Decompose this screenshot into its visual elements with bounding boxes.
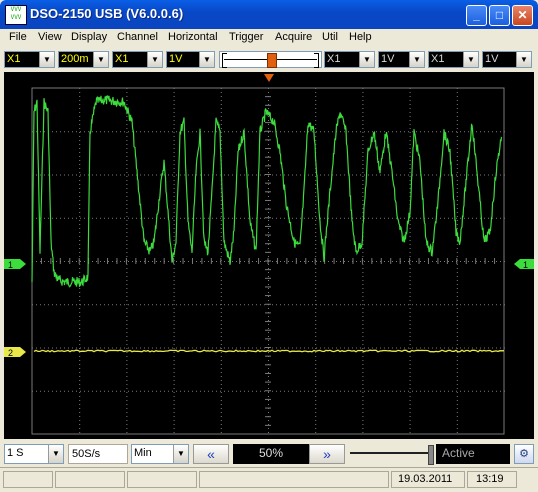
status-cell-2 bbox=[55, 471, 125, 488]
ch2-volts-value: 1V bbox=[381, 53, 395, 65]
menu-channel[interactable]: Channel bbox=[117, 31, 158, 43]
sample-rate-value: 50S/s bbox=[72, 448, 101, 460]
maximize-button[interactable]: □ bbox=[489, 5, 510, 26]
scroll-left-button[interactable]: « bbox=[193, 444, 229, 464]
graticule-grid bbox=[31, 87, 505, 435]
menu-display[interactable]: Display bbox=[71, 31, 107, 43]
ch1-marker-label: 1 bbox=[8, 260, 13, 270]
settings-icon[interactable]: ⚙ bbox=[514, 444, 534, 464]
position-slider-track[interactable] bbox=[350, 452, 430, 454]
ch3-volts-select[interactable]: 1V ▼ bbox=[482, 51, 532, 68]
ch1-probe-value: X1 bbox=[7, 53, 21, 65]
app-icon: VVV VVV bbox=[5, 5, 27, 25]
ch2-probe-value: X1 bbox=[327, 53, 341, 65]
menu-acquire[interactable]: Acquire bbox=[275, 31, 312, 43]
status-cell-1 bbox=[3, 471, 53, 488]
trigger-position-slider[interactable] bbox=[219, 51, 322, 68]
ch3-probe-select[interactable]: X1 ▼ bbox=[428, 51, 479, 68]
run-status: Active bbox=[436, 444, 510, 464]
ch1b-probe-value: X1 bbox=[115, 53, 129, 65]
double-right-arrow-icon: » bbox=[323, 446, 331, 462]
oscilloscope-window: VVV VVV DSO-2150 USB (V6.0.0.6) _ □ ✕ Fil… bbox=[0, 0, 538, 492]
ch1-volts-value: 1V bbox=[169, 53, 183, 65]
trigger-pos-marker[interactable] bbox=[264, 74, 274, 82]
acq-mode-select[interactable]: Min ▼ bbox=[131, 444, 189, 464]
ch3-volts-value: 1V bbox=[485, 53, 499, 65]
ch2-marker[interactable]: 2 bbox=[4, 347, 26, 358]
minimize-button[interactable]: _ bbox=[466, 5, 487, 26]
menu-help[interactable]: Help bbox=[349, 31, 372, 43]
timebase-value: 200m bbox=[61, 53, 89, 65]
toolbar: X1 ▼ 200m ▼ X1 ▼ 1V ▼ X1 ▼ 1V ▼ X1 ▼ 1V bbox=[4, 48, 534, 72]
window-title: DSO-2150 USB (V6.0.0.6) bbox=[30, 6, 184, 21]
menu-view[interactable]: View bbox=[38, 31, 62, 43]
status-cell-4 bbox=[199, 471, 389, 488]
timebase-select[interactable]: 200m ▼ bbox=[58, 51, 109, 68]
sample-rate-field: 50S/s bbox=[68, 444, 128, 464]
chevron-down-icon: ▼ bbox=[173, 445, 188, 463]
chevron-down-icon: ▼ bbox=[516, 52, 531, 67]
ch3-probe-value: X1 bbox=[431, 53, 445, 65]
acq-mode-value: Min bbox=[134, 447, 152, 459]
slider-left-bracket bbox=[222, 53, 227, 68]
menu-horizontal[interactable]: Horizontal bbox=[168, 31, 218, 43]
menu-util[interactable]: Util bbox=[322, 31, 338, 43]
menu-bar: File View Display Channel Horizontal Tri… bbox=[4, 29, 534, 47]
status-time: 13:19 bbox=[467, 471, 517, 488]
chevron-down-icon: ▼ bbox=[359, 52, 374, 67]
position-percent: 50% bbox=[233, 444, 309, 464]
close-button[interactable]: ✕ bbox=[512, 5, 533, 26]
chevron-down-icon: ▼ bbox=[93, 52, 108, 67]
ch1-marker[interactable]: 1 bbox=[4, 259, 26, 270]
status-cell-3 bbox=[127, 471, 197, 488]
ch1-volts-select[interactable]: 1V ▼ bbox=[166, 51, 215, 68]
title-bar[interactable]: VVV VVV DSO-2150 USB (V6.0.0.6) _ □ ✕ bbox=[0, 0, 538, 29]
trigger-level-label: 1 bbox=[523, 260, 528, 270]
scope-svg: 1 2 1 bbox=[4, 74, 534, 435]
slider-right-bracket bbox=[314, 53, 319, 68]
ch2-marker-label: 2 bbox=[8, 348, 13, 358]
double-left-arrow-icon: « bbox=[207, 446, 215, 462]
position-slider-thumb[interactable] bbox=[428, 445, 434, 465]
status-bar: 19.03.2011 13:19 bbox=[0, 467, 538, 492]
ch1-probe-select[interactable]: X1 ▼ bbox=[4, 51, 55, 68]
scope-display[interactable]: 1 2 1 bbox=[4, 72, 534, 439]
ch2-probe-select[interactable]: X1 ▼ bbox=[324, 51, 375, 68]
time-text: 13:19 bbox=[476, 473, 504, 485]
bottom-control-bar: 1 S ▼ 50S/s Min ▼ « 50% » Active ⚙ bbox=[0, 441, 538, 467]
ch2-trace bbox=[33, 349, 505, 353]
chevron-down-icon: ▼ bbox=[409, 52, 424, 67]
time-div-select[interactable]: 1 S ▼ bbox=[4, 444, 64, 464]
status-date: 19.03.2011 bbox=[391, 471, 465, 488]
date-text: 19.03.2011 bbox=[398, 473, 453, 485]
menu-trigger[interactable]: Trigger bbox=[229, 31, 263, 43]
chevron-down-icon: ▼ bbox=[147, 52, 162, 67]
slider-thumb[interactable] bbox=[267, 53, 277, 68]
ch2-volts-select[interactable]: 1V ▼ bbox=[378, 51, 425, 68]
trigger-level-marker[interactable]: 1 bbox=[514, 259, 534, 270]
scroll-right-button[interactable]: » bbox=[309, 444, 345, 464]
chevron-down-icon: ▼ bbox=[199, 52, 214, 67]
time-div-value: 1 S bbox=[7, 447, 24, 459]
chevron-down-icon: ▼ bbox=[463, 52, 478, 67]
chevron-down-icon: ▼ bbox=[39, 52, 54, 67]
chevron-down-icon: ▼ bbox=[48, 445, 63, 463]
menu-file[interactable]: File bbox=[9, 31, 27, 43]
ch1b-probe-select[interactable]: X1 ▼ bbox=[112, 51, 163, 68]
